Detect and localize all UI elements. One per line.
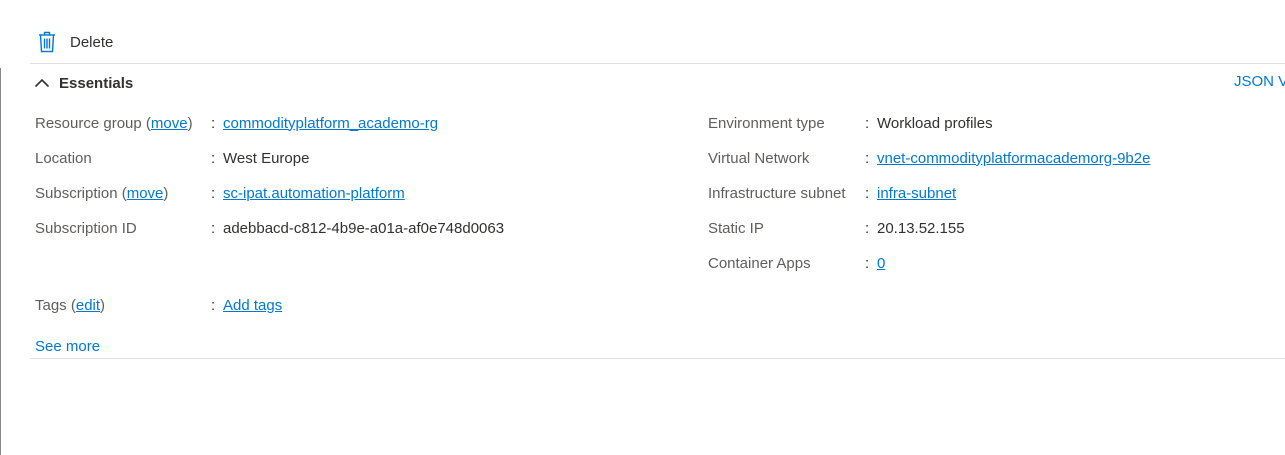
separator: : xyxy=(211,184,216,202)
trash-icon xyxy=(38,30,58,54)
subscription-move-link[interactable]: move xyxy=(127,185,164,202)
infrastructure-subnet-link[interactable]: infra-subnet xyxy=(877,185,956,202)
separator: : xyxy=(865,219,870,237)
container-apps-link[interactable]: 0 xyxy=(877,255,885,272)
resource-group-link[interactable]: commodityplatform_academo-rg xyxy=(223,115,438,132)
essentials-title: Essentials xyxy=(59,74,134,92)
essentials-toggle[interactable]: Essentials xyxy=(34,72,133,94)
separator: : xyxy=(211,114,216,132)
see-more-row: See more xyxy=(35,336,100,356)
see-more-link[interactable]: See more xyxy=(35,338,100,355)
add-tags-link[interactable]: Add tags xyxy=(223,297,282,314)
subscription-link[interactable]: sc-ipat.automation-platform xyxy=(223,185,405,202)
location-row: Location : West Europe xyxy=(35,148,675,168)
environment-type-label: Environment type xyxy=(708,114,825,132)
environment-type-row: Environment type : Workload profiles xyxy=(708,113,1268,133)
separator: : xyxy=(865,254,870,272)
virtual-network-link[interactable]: vnet-commodityplatformacademorg-9b2e xyxy=(877,150,1150,167)
tags-edit-link[interactable]: edit xyxy=(76,297,100,314)
virtual-network-row: Virtual Network : vnet-commodityplatform… xyxy=(708,148,1268,168)
virtual-network-label: Virtual Network xyxy=(708,149,810,167)
separator: : xyxy=(211,149,216,167)
static-ip-row: Static IP : 20.13.52.155 xyxy=(708,218,1268,238)
location-value: West Europe xyxy=(223,149,310,167)
environment-type-value: Workload profiles xyxy=(877,114,993,132)
resource-group-row: Resource group (move) : commodityplatfor… xyxy=(35,113,675,133)
separator: : xyxy=(211,219,216,237)
location-label: Location xyxy=(35,149,92,167)
resource-group-label: Resource group (move) xyxy=(35,114,193,132)
static-ip-value: 20.13.52.155 xyxy=(877,219,965,237)
static-ip-label: Static IP xyxy=(708,219,764,237)
toolbar-divider xyxy=(30,63,1285,64)
container-apps-row: Container Apps : 0 xyxy=(708,253,1268,273)
subscription-id-label: Subscription ID xyxy=(35,219,137,237)
left-border xyxy=(0,68,1,455)
delete-button-label: Delete xyxy=(70,33,114,51)
infrastructure-subnet-label: Infrastructure subnet xyxy=(708,184,846,202)
subscription-row: Subscription (move) : sc-ipat.automation… xyxy=(35,183,675,203)
container-apps-label: Container Apps xyxy=(708,254,811,272)
delete-button[interactable]: Delete xyxy=(38,29,113,55)
resource-group-move-link[interactable]: move xyxy=(151,115,188,132)
tags-label: Tags (edit) xyxy=(35,296,106,314)
subscription-id-value: adebbacd-c812-4b9e-a01a-af0e748d0063 xyxy=(223,219,505,237)
json-view-link[interactable]: JSON V xyxy=(1234,73,1285,90)
subscription-label: Subscription (move) xyxy=(35,184,169,202)
separator: : xyxy=(211,296,216,314)
essentials-bottom-divider xyxy=(30,358,1285,359)
separator: : xyxy=(865,114,870,132)
tags-row: Tags (edit) : Add tags xyxy=(35,295,675,315)
infrastructure-subnet-row: Infrastructure subnet : infra-subnet xyxy=(708,183,1268,203)
subscription-id-row: Subscription ID : adebbacd-c812-4b9e-a01… xyxy=(35,218,675,238)
separator: : xyxy=(865,149,870,167)
separator: : xyxy=(865,184,870,202)
chevron-up-icon xyxy=(34,78,50,88)
